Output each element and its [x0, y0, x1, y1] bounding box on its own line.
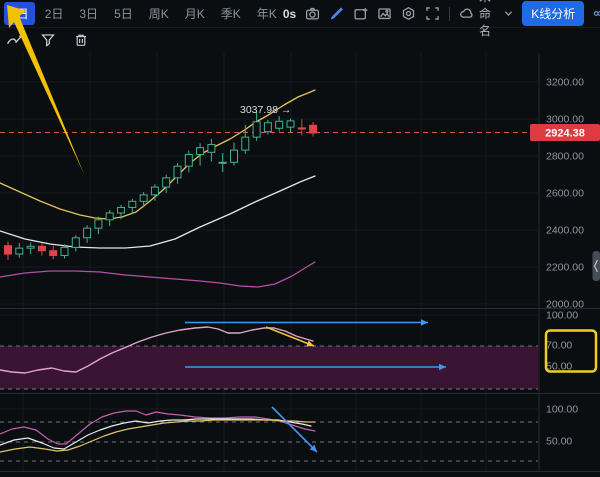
top-toolbar: 1日2日3日5日周K月K季K年K 0s: [0, 0, 600, 28]
drawing-toolbar: [6, 31, 89, 48]
pencil-icon[interactable]: [329, 6, 344, 22]
price-axis-tick: 2400.00: [546, 225, 584, 237]
candle: [298, 128, 305, 129]
candle: [310, 125, 317, 133]
workspace-name: 未命名: [479, 0, 499, 39]
candle: [84, 228, 91, 238]
filter-funnel-icon[interactable]: [39, 31, 56, 48]
cloud-icon: [459, 6, 474, 22]
candle: [253, 122, 260, 137]
timeframe-group: 1日2日3日5日周K月K季K年K: [4, 2, 283, 25]
chevron-down-icon: [504, 9, 513, 18]
rsi-neutral-band: [0, 346, 538, 389]
timeframe-button-1[interactable]: 1日: [4, 2, 35, 25]
draw-curve-icon[interactable]: [6, 31, 23, 48]
candle: [50, 251, 57, 256]
candle: [197, 148, 204, 155]
price-axis-tick: 3200.00: [546, 77, 584, 89]
candle: [5, 246, 12, 254]
candle: [174, 166, 181, 178]
kdj-axis-tick: 100.00: [546, 404, 578, 416]
timeframe-button-5[interactable]: 周K: [143, 2, 175, 25]
candle: [264, 123, 271, 132]
timeframe-button-3[interactable]: 3日: [73, 2, 104, 25]
timeframe-button-7[interactable]: 季K: [215, 2, 247, 25]
candle: [163, 178, 170, 187]
candle: [208, 145, 215, 153]
workspace-selector[interactable]: 未命名: [459, 0, 513, 39]
candle: [287, 121, 294, 127]
trash-icon[interactable]: [72, 31, 89, 48]
interval-label: 0s: [283, 7, 296, 21]
candle: [61, 247, 68, 255]
candle: [185, 155, 192, 167]
candle: [118, 207, 125, 213]
add-window-icon[interactable]: [353, 6, 368, 22]
camera-icon[interactable]: [305, 6, 320, 22]
kline-chart-app: 1日2日3日5日周K月K季K年K 0s: [0, 0, 600, 477]
fullscreen-icon[interactable]: [425, 6, 440, 22]
timeframe-button-8[interactable]: 年K: [251, 2, 283, 25]
candle: [72, 238, 79, 248]
price-axis-tick: 2200.00: [546, 262, 584, 274]
candle: [151, 187, 158, 195]
toolbar-divider: [449, 7, 450, 21]
kdj-k-white: [0, 419, 311, 449]
settings-gear-icon[interactable]: [401, 6, 416, 22]
timeframe-button-4[interactable]: 5日: [108, 2, 139, 25]
rsi-axis-tick: 100.00: [546, 310, 578, 322]
candle: [276, 121, 283, 128]
axis-scroll-handle[interactable]: [593, 251, 600, 281]
candle: [27, 246, 34, 248]
last-price-value: 2924.38: [545, 128, 585, 140]
candle: [140, 195, 147, 201]
candle: [16, 248, 23, 254]
rsi-axis-tick: 50.00: [546, 361, 572, 373]
candle: [38, 246, 45, 250]
kdj-axis-tick: 50.00: [546, 436, 572, 448]
candle: [242, 137, 249, 150]
kline-analysis-button[interactable]: K线分析: [522, 1, 584, 26]
candlestick-series: [5, 112, 317, 260]
candle: [106, 213, 113, 220]
image-icon[interactable]: [377, 6, 392, 22]
candle: [219, 162, 226, 163]
candle: [129, 201, 136, 207]
candle: [231, 150, 238, 162]
rsi-axis-tick: 70.00: [546, 340, 572, 352]
price-axis-tick: 3000.00: [546, 114, 584, 126]
price-axis-tick: 2800.00: [546, 151, 584, 163]
candle: [95, 220, 102, 228]
share-icon[interactable]: [593, 6, 600, 22]
toolbar-right-group: 0s 未命名: [283, 0, 600, 39]
timeframe-button-2[interactable]: 2日: [39, 2, 70, 25]
price-axis-tick: 2600.00: [546, 188, 584, 200]
chart-canvas[interactable]: 3037.98 → 3200.00 3000.00 2800.00 2600.00 240…: [0, 0, 600, 477]
high-price-annotation: 3037.98 →: [240, 104, 291, 116]
timeframe-button-6[interactable]: 月K: [179, 2, 211, 25]
